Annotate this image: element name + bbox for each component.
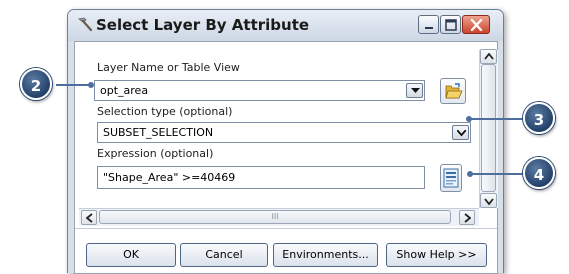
layer-dropdown-arrow[interactable] — [406, 83, 423, 98]
chevron-left-icon — [86, 213, 93, 223]
window-title: Select Layer By Attribute — [96, 16, 310, 34]
maximize-icon — [445, 19, 457, 31]
dialog-window: Select Layer By Attribute Layer Name or … — [67, 9, 504, 274]
layer-name-dropdown[interactable]: opt_area — [94, 80, 425, 101]
ok-button[interactable]: OK — [86, 243, 176, 267]
callout-3: 3 — [523, 102, 555, 134]
callout-2-line — [56, 84, 91, 86]
selection-type-value: SUBSET_SELECTION — [103, 126, 214, 139]
callout-3-dot — [466, 116, 472, 122]
scroll-up-button[interactable] — [480, 49, 497, 64]
minimize-icon — [425, 27, 433, 29]
chevron-down-icon — [411, 88, 420, 93]
chevron-up-icon — [484, 53, 494, 60]
maximize-button[interactable] — [440, 15, 461, 34]
minimize-button[interactable] — [418, 15, 439, 34]
cancel-button[interactable]: Cancel — [180, 243, 268, 267]
scroll-down-button[interactable] — [480, 193, 497, 208]
hammer-icon — [78, 17, 93, 32]
callout-3-line — [469, 118, 525, 120]
close-icon — [470, 19, 483, 31]
layer-name-label: Layer Name or Table View — [97, 61, 240, 74]
callout-4: 4 — [523, 157, 555, 189]
callout-4-line — [470, 173, 525, 175]
close-button[interactable] — [462, 15, 490, 34]
environments-button[interactable]: Environments... — [273, 243, 378, 267]
chevron-down-icon — [457, 130, 466, 137]
scroll-left-button[interactable] — [81, 210, 97, 225]
expression-input[interactable]: "Shape_Area" >=40469 — [97, 166, 425, 189]
selection-type-dropdown[interactable]: SUBSET_SELECTION — [97, 122, 471, 143]
selection-type-label: Selection type (optional) — [97, 105, 233, 118]
callout-4-dot — [467, 171, 473, 177]
horizontal-scroll-thumb[interactable]: III — [99, 210, 451, 224]
expression-label: Expression (optional) — [97, 147, 214, 160]
callout-2-dot — [88, 82, 94, 88]
title-bar[interactable]: Select Layer By Attribute — [68, 10, 503, 41]
dialog-content: Layer Name or Table View opt_area Select… — [74, 41, 498, 274]
scroll-right-button[interactable] — [459, 210, 475, 225]
divider — [75, 228, 497, 229]
callout-2: 2 — [20, 68, 52, 100]
selection-type-dropdown-arrow[interactable] — [452, 125, 469, 140]
chevron-right-icon — [464, 213, 471, 223]
layer-name-value: opt_area — [100, 84, 149, 97]
sql-icon — [443, 168, 459, 188]
chevron-down-icon — [484, 198, 494, 205]
browse-layer-button[interactable] — [440, 78, 466, 104]
sql-button[interactable] — [440, 164, 462, 192]
open-folder-icon — [445, 83, 463, 99]
scroll-grip: III — [271, 212, 279, 221]
show-help-button[interactable]: Show Help >> — [386, 243, 487, 267]
expression-value: "Shape_Area" >=40469 — [103, 171, 236, 184]
